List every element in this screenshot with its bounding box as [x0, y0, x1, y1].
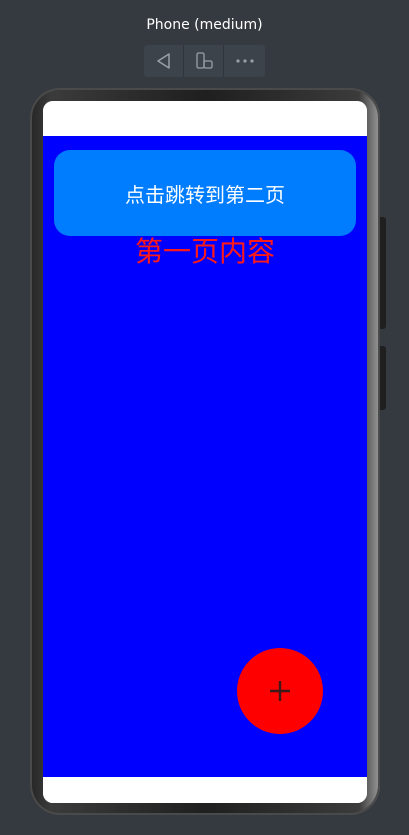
- device-title: Phone (medium): [146, 17, 263, 33]
- more-dots-icon: [235, 59, 254, 63]
- previewer-toolbar: [144, 45, 265, 77]
- phone-side-button-power: [380, 217, 386, 329]
- page-content: 点击跳转到第二页 第一页内容: [43, 136, 367, 777]
- navigation-bar: [43, 777, 367, 803]
- phone-screen: 点击跳转到第二页 第一页内容: [43, 101, 367, 803]
- status-bar: [43, 101, 367, 136]
- jump-to-second-page-button[interactable]: 点击跳转到第二页: [54, 150, 356, 236]
- phone-side-button-volume: [380, 346, 386, 410]
- plus-icon: [270, 681, 290, 701]
- rotate-device-button[interactable]: [184, 45, 224, 77]
- first-page-text: 第一页内容: [134, 235, 275, 268]
- back-button[interactable]: [144, 45, 184, 77]
- rotate-device-icon: [195, 52, 213, 69]
- previewer-stage: Phone (medium) 点击跳转到第二页 第一页内容: [0, 0, 409, 835]
- floating-action-button[interactable]: [237, 648, 323, 734]
- more-options-button[interactable]: [224, 45, 265, 77]
- back-triangle-icon: [156, 53, 170, 69]
